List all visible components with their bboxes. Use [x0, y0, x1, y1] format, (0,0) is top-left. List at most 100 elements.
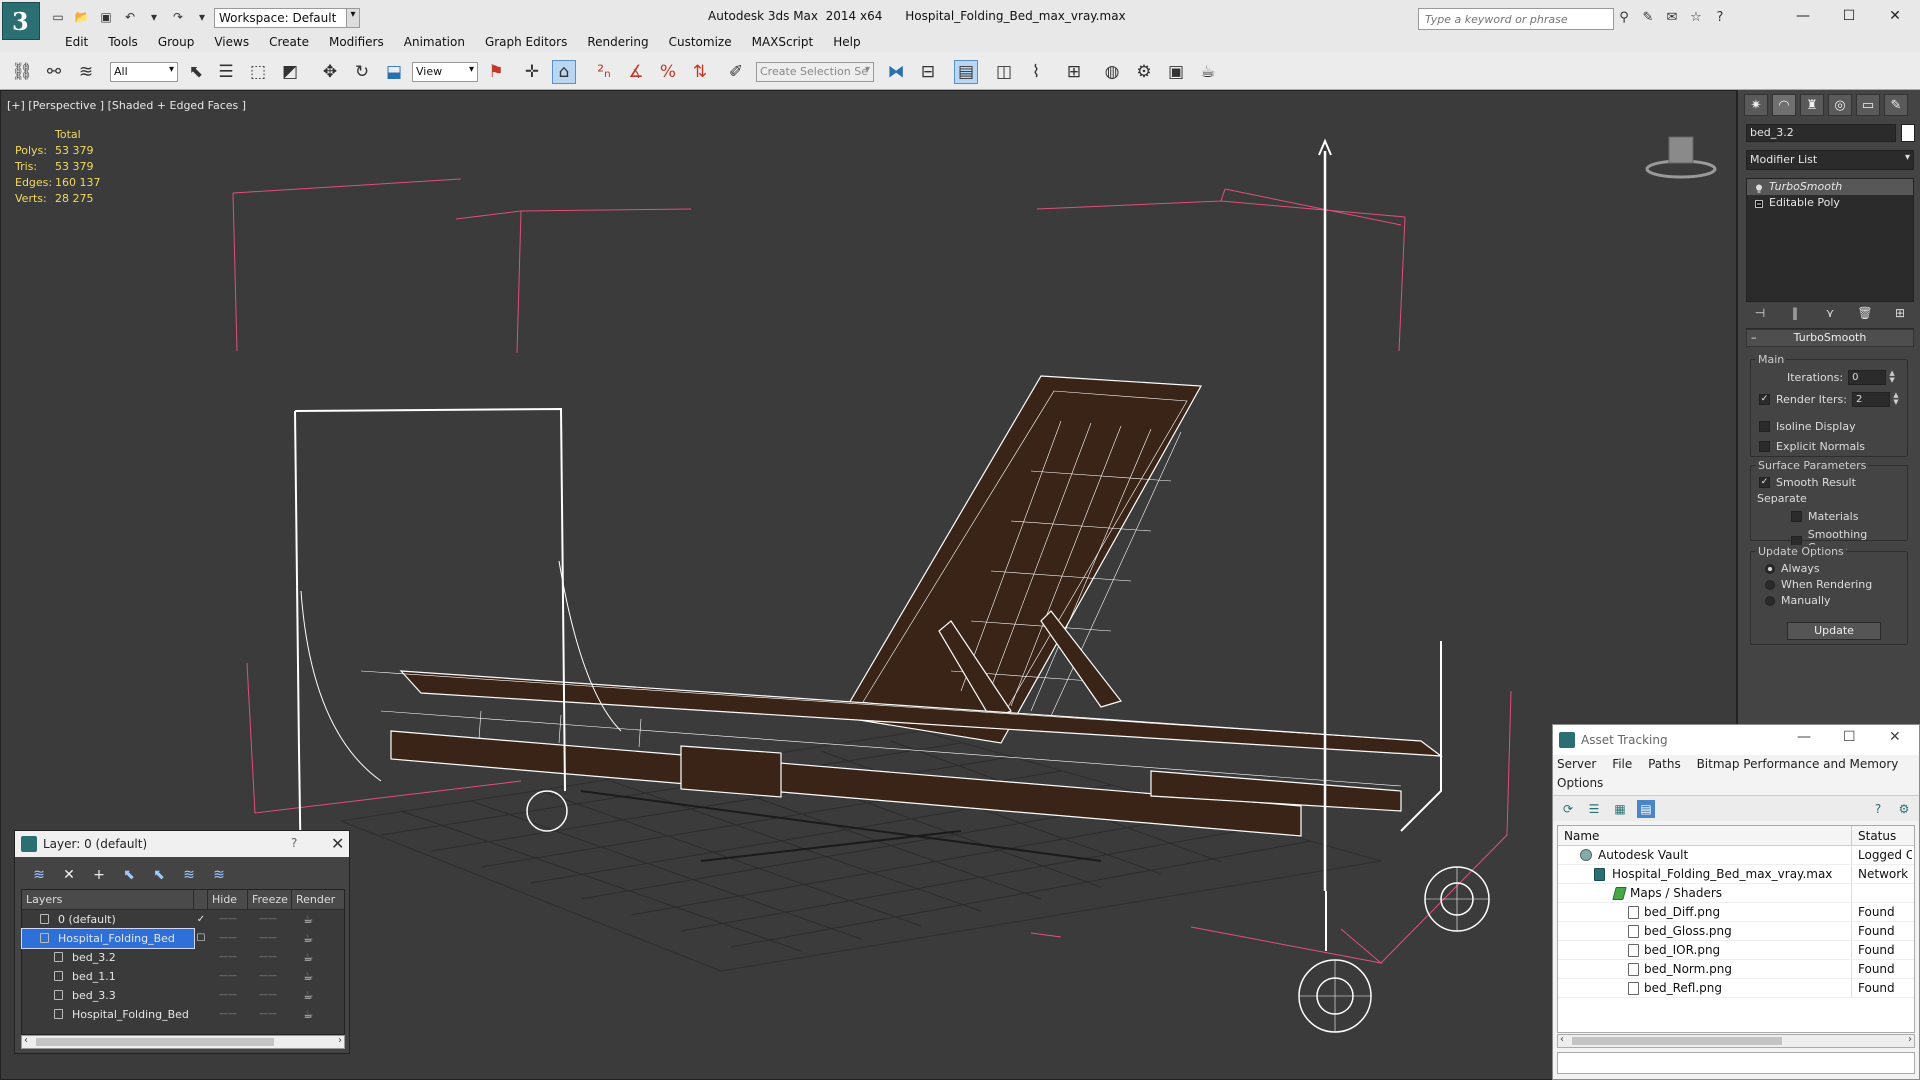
smooth-result-checkbox[interactable]: ✓ [1759, 477, 1770, 488]
select-by-name-icon[interactable]: ☰ [214, 60, 238, 84]
pin-stack-icon[interactable]: ⊣ [1752, 306, 1768, 324]
make-unique-icon[interactable]: ⋎ [1822, 306, 1838, 324]
menu-graph-editors[interactable]: Graph Editors [475, 34, 577, 52]
subscription-icon[interactable]: ✎ [1639, 9, 1657, 27]
snaps-toggle-icon[interactable]: ²ₙ [592, 60, 616, 84]
hide-column-header[interactable]: Hide [208, 890, 248, 909]
highlight-selected-layer-icon[interactable]: ⬉ [149, 865, 169, 885]
active-layer-checkmark-icon[interactable]: ✓ [194, 910, 208, 929]
scroll-left-icon[interactable]: ‹ [24, 1035, 28, 1046]
scroll-right-icon[interactable]: › [1908, 1034, 1912, 1045]
edit-named-selection-icon[interactable]: ✐ [724, 60, 748, 84]
table-view-icon[interactable]: ▤ [1637, 800, 1655, 818]
freeze-toggle[interactable]: —— [248, 910, 288, 929]
scroll-right-icon[interactable]: › [338, 1035, 342, 1046]
modifier-list-dropdown[interactable]: Modifier List [1746, 150, 1914, 170]
asset-row[interactable]: Hospital_Folding_Bed_max_vray.max Networ… [1558, 865, 1914, 884]
freeze-toggle[interactable]: —— [248, 967, 288, 986]
stack-item-editable-poly[interactable]: Editable Poly [1747, 195, 1913, 211]
minimize-icon[interactable]: — [1797, 729, 1811, 745]
stack-item-turbosmooth[interactable]: TurboSmooth [1747, 179, 1913, 195]
menu-animation[interactable]: Animation [394, 34, 475, 52]
thumbnail-view-icon[interactable]: ▦ [1611, 800, 1629, 818]
close-icon[interactable]: ✕ [1889, 729, 1901, 745]
hide-toggle[interactable]: —— [208, 1005, 248, 1024]
select-and-scale-icon[interactable]: ⬓ [382, 60, 406, 84]
hide-toggle[interactable]: —— [208, 948, 248, 967]
asset-row[interactable]: Maps / Shaders [1558, 884, 1914, 903]
redo-icon[interactable]: ↷ [168, 8, 188, 26]
quick-access-customize-icon[interactable]: ▾ [346, 8, 360, 28]
menu-maxscript[interactable]: MAXScript [742, 34, 824, 52]
maximize-button[interactable]: ☐ [1826, 4, 1872, 28]
asset-window-titlebar[interactable]: Asset Tracking — ☐ ✕ [1553, 725, 1919, 755]
workspace-dropdown[interactable]: Workspace: Default [214, 8, 357, 28]
render-teapot-icon[interactable]: ☕ [288, 1005, 328, 1024]
hide-toggle[interactable]: —— [208, 910, 248, 929]
app-menu-button[interactable]: 3 [2, 2, 40, 40]
binoculars-icon[interactable]: ⚲ [1615, 9, 1633, 27]
menu-edit[interactable]: Edit [55, 34, 98, 52]
reference-coordinate-dropdown[interactable]: View [412, 62, 478, 82]
align-icon[interactable]: ⊟ [916, 60, 940, 84]
select-object-icon[interactable]: ⬉ [184, 60, 208, 84]
freeze-toggle[interactable]: —— [248, 948, 288, 967]
hide-unhide-all-layers-icon[interactable]: ≋ [179, 865, 199, 885]
layers-column-header[interactable]: Layers [22, 890, 194, 909]
menu-create[interactable]: Create [259, 34, 319, 52]
curve-editor-icon[interactable]: ⌇ [1024, 60, 1048, 84]
asset-horizontal-scrollbar[interactable]: ‹ › [1557, 1034, 1915, 1048]
when-rendering-radio[interactable] [1765, 579, 1775, 590]
spinner-arrows-icon[interactable]: ▲ ▼ [1887, 370, 1897, 385]
close-icon[interactable]: ✕ [331, 834, 344, 853]
hide-toggle[interactable]: —— [208, 967, 248, 986]
help-icon[interactable]: ? [1711, 9, 1729, 27]
explicit-normals-checkbox[interactable] [1759, 441, 1770, 452]
render-teapot-icon[interactable]: ☕ [288, 986, 328, 1005]
render-iters-spinner[interactable]: 2 [1851, 392, 1890, 407]
iterations-spinner[interactable]: 0 [1848, 370, 1887, 385]
delete-layer-icon[interactable]: ✕ [59, 865, 79, 885]
asset-row[interactable]: Autodesk Vault Logged Out [1558, 846, 1914, 865]
menu-file[interactable]: File [1612, 757, 1632, 771]
add-selection-to-layer-icon[interactable]: + [89, 865, 109, 885]
configure-modifier-sets-icon[interactable]: ⊞ [1892, 306, 1908, 324]
object-name-field[interactable]: bed_3.2 [1746, 124, 1896, 142]
spinner-arrows-icon[interactable]: ▲ ▼ [1891, 392, 1901, 407]
asset-row[interactable]: bed_IOR.png Found [1558, 941, 1914, 960]
scroll-left-icon[interactable]: ‹ [1560, 1034, 1564, 1045]
rectangular-selection-icon[interactable]: ⬚ [246, 60, 270, 84]
hierarchy-tab-icon[interactable]: ♜ [1800, 94, 1824, 116]
name-column-header[interactable]: Name [1558, 826, 1852, 845]
menu-bitmap-performance[interactable]: Bitmap Performance and Memory [1697, 757, 1899, 771]
menu-customize[interactable]: Customize [659, 34, 742, 52]
viewcube[interactable] [1641, 129, 1721, 189]
render-production-icon[interactable]: ☕ [1196, 60, 1220, 84]
schematic-view-icon[interactable]: ⊞ [1062, 60, 1086, 84]
manually-radio[interactable] [1765, 595, 1775, 606]
menu-help[interactable]: Help [823, 34, 870, 52]
layer-object-row[interactable]: bed_3.3 —— —— ☕ [22, 986, 344, 1005]
redo-dropdown-icon[interactable]: ▾ [192, 8, 212, 26]
always-radio[interactable] [1765, 563, 1775, 574]
help-icon[interactable]: ? [291, 836, 297, 850]
scrollbar-thumb[interactable] [36, 1038, 274, 1046]
layer-horizontal-scrollbar[interactable]: ‹ › [21, 1035, 345, 1049]
list-view-icon[interactable]: ☰ [1585, 800, 1603, 818]
modify-tab-icon[interactable]: ◠ [1772, 94, 1796, 116]
render-teapot-icon[interactable]: ☕ [288, 910, 328, 929]
expand-box-icon[interactable] [1755, 198, 1763, 208]
lightbulb-icon[interactable] [1755, 182, 1763, 193]
bind-to-space-warp-icon[interactable]: ≋ [74, 60, 98, 84]
render-teapot-icon[interactable]: ☕ [288, 948, 328, 967]
undo-dropdown-icon[interactable]: ▾ [144, 8, 164, 26]
set-active-layer-box-icon[interactable]: ☐ [194, 929, 208, 948]
status-column-header[interactable]: Status [1852, 826, 1896, 845]
viewport-label[interactable]: [+] [Perspective ] [Shaded + Edged Faces… [7, 99, 246, 112]
hide-toggle[interactable]: —— [208, 929, 248, 948]
freeze-column-header[interactable]: Freeze [248, 890, 292, 909]
select-and-manipulate-icon[interactable]: ✛ [520, 60, 544, 84]
render-teapot-icon[interactable]: ☕ [288, 929, 328, 948]
layer-object-row[interactable]: Hospital_Folding_Bed —— —— ☕ [22, 1005, 344, 1024]
undo-icon[interactable]: ↶ [120, 8, 140, 26]
